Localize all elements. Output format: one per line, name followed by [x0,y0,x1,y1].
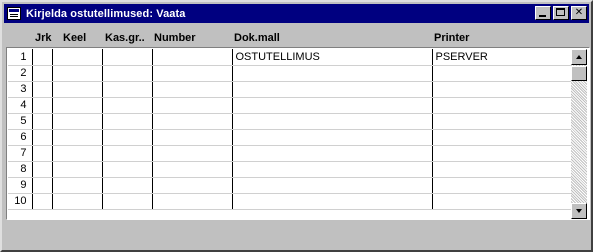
row-number[interactable]: 6 [8,129,33,146]
column-header-kasgr[interactable]: Kas.gr.. [105,32,145,44]
cell-keel[interactable] [52,65,103,82]
row-number[interactable]: 9 [8,177,33,194]
cell-printer[interactable] [432,113,571,130]
cell-keel[interactable] [52,97,103,114]
cell-number[interactable] [152,49,233,66]
window-title: Kirjelda ostutellimused: Vaata [26,7,186,20]
table-row[interactable]: 8 [8,161,571,178]
cell-number[interactable] [152,145,233,162]
scroll-up-arrow-icon[interactable] [571,49,587,65]
row-number[interactable]: 10 [8,193,33,210]
cell-dokmall[interactable]: OSTUTELLIMUS [232,49,433,66]
cell-jrk[interactable] [32,81,53,98]
cell-jrk[interactable] [32,161,53,178]
row-number[interactable]: 5 [8,113,33,130]
cell-kasgr[interactable] [102,65,153,82]
cell-keel[interactable] [52,49,103,66]
cell-keel[interactable] [52,81,103,98]
cell-printer[interactable] [432,81,571,98]
column-header-printer[interactable]: Printer [434,32,469,44]
window: Kirjelda ostutellimused: Vaata ✕ Jrk Kee… [0,0,593,252]
cell-number[interactable] [152,97,233,114]
cell-kasgr[interactable] [102,49,153,66]
column-header-keel[interactable]: Keel [63,32,86,44]
cell-kasgr[interactable] [102,113,153,130]
cell-number[interactable] [152,113,233,130]
cell-jrk[interactable] [32,49,53,66]
cell-printer[interactable] [432,193,571,210]
cell-dokmall[interactable] [232,97,433,114]
cell-keel[interactable] [52,113,103,130]
table-row[interactable]: 1 OSTUTELLIMUS PSERVER [8,49,571,66]
minimize-button[interactable] [535,6,551,20]
vertical-scrollbar[interactable] [571,49,587,219]
cell-number[interactable] [152,177,233,194]
cell-keel[interactable] [52,145,103,162]
title-bar[interactable]: Kirjelda ostutellimused: Vaata ✕ [4,4,589,23]
table-row[interactable]: 10 [8,193,571,210]
cell-number[interactable] [152,81,233,98]
column-header-dokmall[interactable]: Dok.mall [234,32,280,44]
cell-keel[interactable] [52,129,103,146]
scroll-thumb[interactable] [571,66,587,81]
cell-number[interactable] [152,129,233,146]
cell-dokmall[interactable] [232,177,433,194]
row-number[interactable]: 4 [8,97,33,114]
matrix-table: 1 OSTUTELLIMUS PSERVER 2 3 4 5 6 7 8 9 10 [8,49,571,210]
row-number[interactable]: 7 [8,145,33,162]
table-row[interactable]: 2 [8,65,571,82]
table-row[interactable]: 3 [8,81,571,98]
cell-dokmall[interactable] [232,145,433,162]
cell-jrk[interactable] [32,129,53,146]
cell-printer[interactable] [432,161,571,178]
cell-dokmall[interactable] [232,113,433,130]
cell-kasgr[interactable] [102,193,153,210]
row-number[interactable]: 1 [8,49,33,66]
row-number[interactable]: 2 [8,65,33,82]
cell-dokmall[interactable] [232,65,433,82]
scroll-down-arrow-icon[interactable] [571,203,587,219]
cell-printer[interactable] [432,145,571,162]
row-number[interactable]: 3 [8,81,33,98]
cell-dokmall[interactable] [232,129,433,146]
cell-number[interactable] [152,193,233,210]
cell-kasgr[interactable] [102,145,153,162]
cell-printer[interactable] [432,97,571,114]
cell-keel[interactable] [52,161,103,178]
cell-keel[interactable] [52,193,103,210]
cell-kasgr[interactable] [102,161,153,178]
cell-kasgr[interactable] [102,129,153,146]
cell-number[interactable] [152,161,233,178]
table-row[interactable]: 4 [8,97,571,114]
cell-printer[interactable] [432,177,571,194]
close-button[interactable]: ✕ [571,6,587,20]
table-row[interactable]: 6 [8,129,571,146]
window-controls: ✕ [533,6,587,20]
cell-printer[interactable] [432,65,571,82]
cell-number[interactable] [152,65,233,82]
table-row[interactable]: 7 [8,145,571,162]
column-header-jrk[interactable]: Jrk [35,32,52,44]
table-row[interactable]: 5 [8,113,571,130]
cell-keel[interactable] [52,177,103,194]
cell-kasgr[interactable] [102,177,153,194]
cell-printer[interactable]: PSERVER [432,49,571,66]
table-row[interactable]: 9 [8,177,571,194]
cell-jrk[interactable] [32,193,53,210]
maximize-button[interactable] [553,6,569,20]
cell-jrk[interactable] [32,145,53,162]
cell-dokmall[interactable] [232,81,433,98]
cell-kasgr[interactable] [102,97,153,114]
cell-dokmall[interactable] [232,161,433,178]
window-icon[interactable] [7,7,21,20]
cell-jrk[interactable] [32,177,53,194]
column-header-number[interactable]: Number [154,32,196,44]
cell-jrk[interactable] [32,65,53,82]
cell-kasgr[interactable] [102,81,153,98]
cell-jrk[interactable] [32,97,53,114]
cell-printer[interactable] [432,129,571,146]
cell-jrk[interactable] [32,113,53,130]
row-number[interactable]: 8 [8,161,33,178]
cell-dokmall[interactable] [232,193,433,210]
